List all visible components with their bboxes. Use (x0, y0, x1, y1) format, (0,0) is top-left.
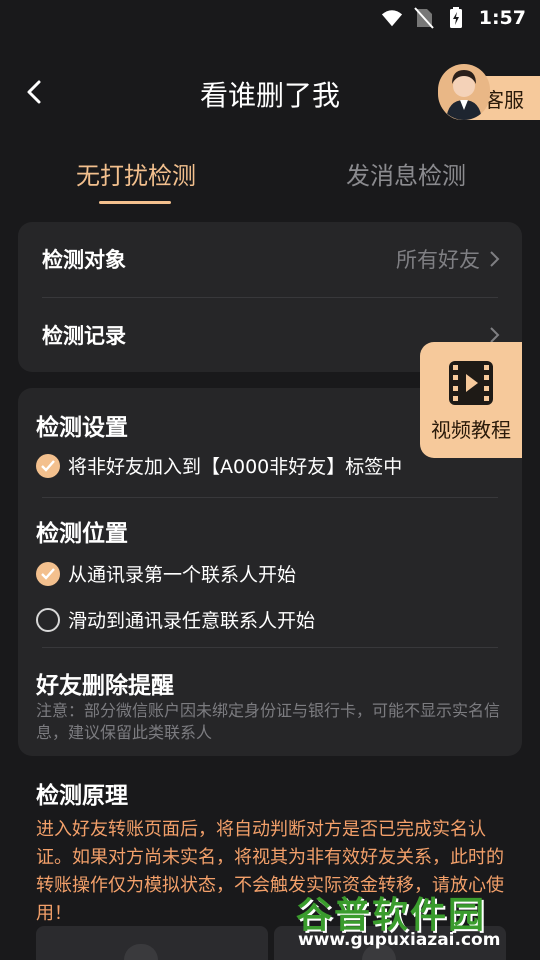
service-agent-avatar (438, 64, 490, 120)
principle-title: 检测原理 (36, 783, 128, 809)
watermark-url: www.gupuxiazai.com (298, 930, 501, 950)
chevron-right-icon (490, 251, 500, 267)
customer-service-label: 客服 (484, 87, 524, 112)
avatar (124, 944, 158, 960)
site-watermark: 谷普软件园 www.gupuxiazai.com (296, 886, 536, 956)
start-from-any-contact-label: 滑动到通讯录任意联系人开始 (68, 610, 316, 632)
status-bar: 1:57 (0, 0, 540, 36)
divider (42, 647, 498, 648)
non-friend-tag-option[interactable]: 将非好友加入到【A000非好友】标签中 (36, 452, 402, 479)
checkmark-icon[interactable] (36, 453, 60, 478)
position-title: 检测位置 (36, 521, 128, 547)
non-friend-tag-label: 将非好友加入到【A000非好友】标签中 (68, 456, 403, 478)
tab-no-disturb-detection[interactable]: 无打扰检测 (76, 156, 196, 191)
no-sim-icon (413, 7, 435, 29)
film-icon (449, 360, 493, 405)
start-from-first-contact-label: 从通讯录第一个联系人开始 (68, 564, 297, 586)
video-tutorial-button[interactable]: 视频教程 (420, 342, 522, 458)
reminder-title: 好友删除提醒 (36, 673, 174, 699)
status-time: 1:57 (478, 7, 526, 29)
detection-record-label: 检测记录 (42, 324, 126, 348)
detection-target-label: 检测对象 (42, 248, 126, 272)
detection-target-value: 所有好友 (396, 248, 480, 272)
video-tutorial-label: 视频教程 (431, 417, 511, 442)
reminder-note: 注意：部分微信账户因未绑定身份证与银行卡，可能不显示实名信息，建议保留此类联系人 (36, 701, 501, 742)
start-from-first-contact-option[interactable]: 从通讯录第一个联系人开始 (36, 560, 296, 587)
customer-service-button[interactable]: 客服 (438, 64, 540, 120)
start-from-any-contact-option[interactable]: 滑动到通讯录任意联系人开始 (36, 606, 315, 633)
detection-target-row[interactable]: 检测对象 所有好友 (42, 222, 500, 296)
detection-mode-tabs: 无打扰检测 发消息检测 (0, 150, 540, 206)
settings-title: 检测设置 (36, 415, 128, 441)
wifi-icon (381, 7, 403, 29)
header: 看谁删了我 客服 (0, 56, 540, 128)
divider (42, 497, 498, 498)
checkmark-icon[interactable] (36, 561, 60, 586)
active-tab-indicator (99, 201, 171, 204)
tab-message-detection[interactable]: 发消息检测 (346, 156, 466, 191)
example-thumbnail (36, 926, 268, 960)
radio-empty-icon[interactable] (36, 607, 60, 632)
battery-charging-icon (445, 7, 467, 29)
